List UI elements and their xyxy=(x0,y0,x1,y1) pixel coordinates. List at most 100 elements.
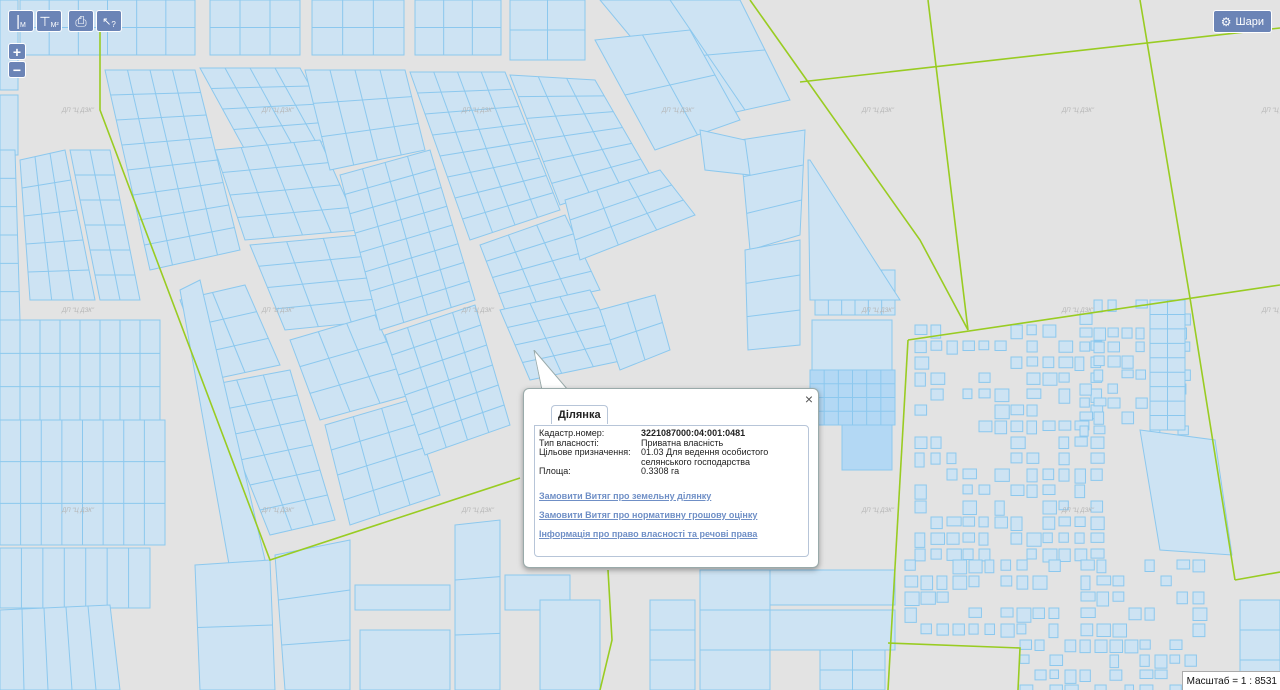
land-parcel[interactable] xyxy=(962,532,976,543)
land-parcel[interactable] xyxy=(1184,654,1197,667)
land-parcel[interactable] xyxy=(1080,559,1095,571)
land-parcel[interactable] xyxy=(930,548,942,560)
land-parcel[interactable] xyxy=(1090,452,1105,464)
land-parcel[interactable] xyxy=(962,388,973,400)
land-parcel[interactable] xyxy=(1112,591,1125,602)
land-parcel[interactable] xyxy=(914,324,928,335)
land-parcel[interactable] xyxy=(936,591,949,603)
land-parcel[interactable] xyxy=(1026,388,1042,399)
land-parcel[interactable] xyxy=(946,452,957,465)
land-parcel[interactable] xyxy=(1121,411,1135,425)
land-parcel[interactable] xyxy=(1074,532,1085,544)
land-parcel[interactable] xyxy=(1026,340,1038,353)
land-parcel[interactable] xyxy=(1034,669,1047,681)
land-parcel[interactable] xyxy=(914,372,926,387)
land-parcel[interactable] xyxy=(978,532,989,546)
land-parcel[interactable] xyxy=(1080,607,1096,619)
land-parcel[interactable] xyxy=(1109,639,1124,653)
land-parcel[interactable] xyxy=(920,623,932,635)
land-parcel[interactable] xyxy=(1079,411,1093,421)
land-parcel[interactable] xyxy=(952,623,965,636)
land-parcel[interactable] xyxy=(1034,639,1045,652)
land-parcel[interactable] xyxy=(1048,607,1060,620)
land-parcel[interactable] xyxy=(1042,516,1056,530)
land-parcel[interactable] xyxy=(978,484,991,495)
land-parcel[interactable] xyxy=(1026,420,1038,435)
order-valuation-extract-link[interactable]: Замовити Витяг про нормативну грошову оц… xyxy=(539,510,804,520)
parcel-block[interactable] xyxy=(0,547,151,609)
land-parcel[interactable] xyxy=(1093,327,1107,341)
land-parcel[interactable] xyxy=(1019,639,1033,650)
land-parcel[interactable] xyxy=(1093,341,1105,354)
land-parcel[interactable] xyxy=(1154,669,1168,680)
land-parcel[interactable] xyxy=(962,484,973,495)
land-parcel[interactable] xyxy=(946,468,958,481)
land-parcel[interactable] xyxy=(1109,669,1123,681)
land-parcel[interactable] xyxy=(1058,340,1074,353)
land-parcel[interactable] xyxy=(1042,484,1056,495)
land-parcel[interactable] xyxy=(1058,452,1070,466)
land-parcel[interactable] xyxy=(978,548,991,562)
land-parcel[interactable] xyxy=(1000,607,1014,618)
land-parcel[interactable] xyxy=(946,532,960,545)
land-parcel[interactable] xyxy=(1192,607,1208,621)
land-parcel[interactable] xyxy=(978,516,989,528)
land-parcel[interactable] xyxy=(1042,468,1055,481)
land-parcel[interactable] xyxy=(962,548,974,560)
identify-button[interactable]: ↖? xyxy=(96,10,122,32)
land-parcel[interactable] xyxy=(1026,404,1038,417)
land-parcel[interactable] xyxy=(930,516,943,530)
land-parcel[interactable] xyxy=(914,356,930,370)
land-parcel[interactable] xyxy=(914,436,928,450)
land-parcel[interactable] xyxy=(994,404,1010,420)
land-parcel[interactable] xyxy=(1093,299,1103,313)
land-parcel[interactable] xyxy=(962,468,977,480)
land-parcel[interactable] xyxy=(1026,372,1041,385)
land-parcel[interactable] xyxy=(1010,436,1026,450)
land-parcel[interactable] xyxy=(1048,623,1059,639)
land-parcel[interactable] xyxy=(994,340,1007,351)
land-parcel[interactable] xyxy=(1064,669,1077,684)
land-parcel[interactable] xyxy=(1010,420,1024,433)
land-parcel[interactable] xyxy=(1026,548,1037,560)
land-parcel[interactable] xyxy=(930,532,945,545)
land-parcel[interactable] xyxy=(1096,591,1110,607)
land-parcel[interactable] xyxy=(920,575,934,591)
land-parcel[interactable] xyxy=(1192,559,1206,573)
land-parcel[interactable] xyxy=(1121,369,1134,379)
cadastral-map[interactable]: ДП "Ц ДЗК" ДП "Ц ДЗК" ДП "Ц ДЗК" ДП "Ц ДЗК"… xyxy=(0,0,1280,690)
land-parcel[interactable] xyxy=(1079,383,1092,396)
land-parcel[interactable] xyxy=(1042,356,1055,369)
land-parcel[interactable] xyxy=(1079,669,1091,683)
land-parcel[interactable] xyxy=(904,607,917,623)
zoom-in-button[interactable]: + xyxy=(8,43,26,60)
parcel-block[interactable] xyxy=(0,604,121,690)
land-parcel[interactable] xyxy=(1016,559,1028,571)
land-parcel[interactable] xyxy=(1124,684,1134,690)
parcel-block[interactable] xyxy=(354,584,451,611)
zoom-out-button[interactable]: − xyxy=(8,61,26,78)
land-parcel[interactable] xyxy=(994,516,1008,529)
land-parcel[interactable] xyxy=(1026,324,1037,336)
land-parcel[interactable] xyxy=(1139,654,1150,667)
land-parcel[interactable] xyxy=(994,468,1010,482)
land-parcel[interactable] xyxy=(930,372,946,385)
parcel-block[interactable] xyxy=(841,424,893,471)
land-parcel[interactable] xyxy=(1090,436,1105,449)
land-parcel[interactable] xyxy=(1042,372,1058,386)
land-parcel[interactable] xyxy=(968,575,980,588)
land-parcel[interactable] xyxy=(1139,684,1154,690)
land-parcel[interactable] xyxy=(914,340,927,354)
land-parcel[interactable] xyxy=(1026,452,1040,464)
land-parcel[interactable] xyxy=(1064,639,1077,653)
land-parcel[interactable] xyxy=(1016,623,1027,635)
land-parcel[interactable] xyxy=(1058,468,1070,482)
land-parcel[interactable] xyxy=(962,340,975,352)
land-parcel[interactable] xyxy=(1019,654,1030,664)
land-parcel[interactable] xyxy=(1032,575,1048,590)
land-parcel[interactable] xyxy=(1107,397,1121,409)
land-parcel[interactable] xyxy=(1090,532,1105,543)
land-parcel[interactable] xyxy=(914,548,926,562)
land-parcel[interactable] xyxy=(930,452,941,465)
land-parcel[interactable] xyxy=(1026,532,1042,547)
